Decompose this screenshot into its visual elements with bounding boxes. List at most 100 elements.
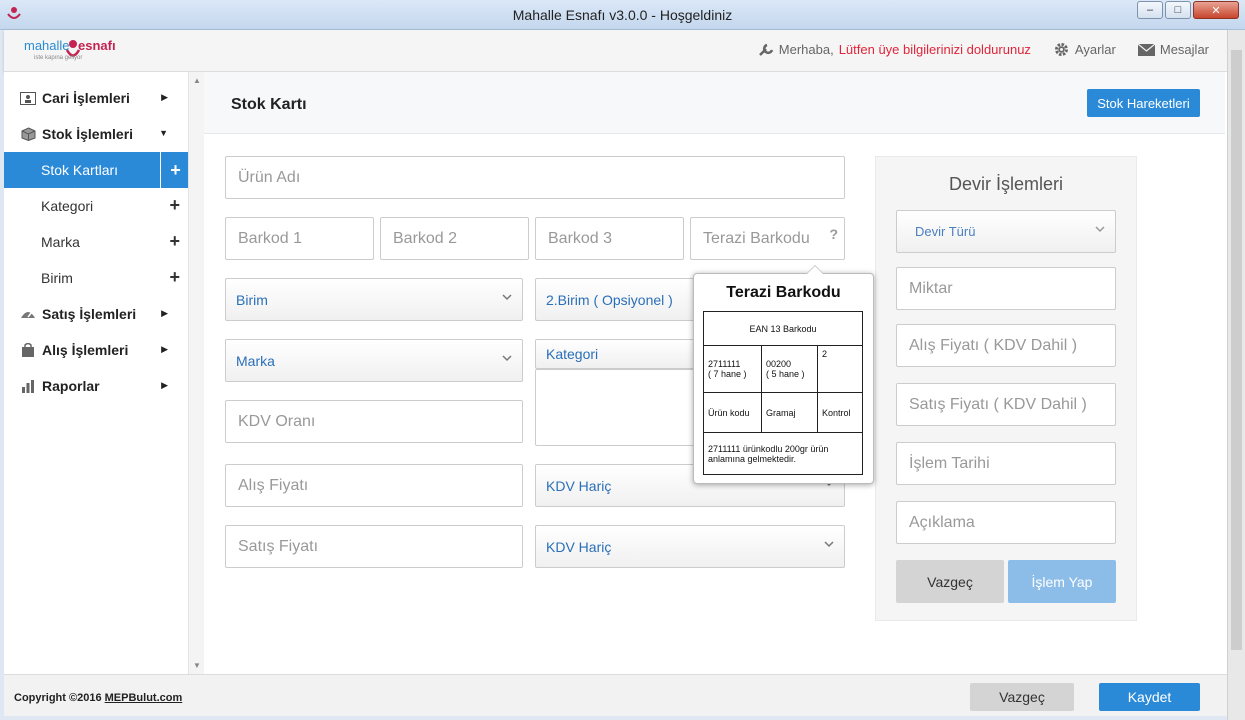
scroll-down-icon[interactable]: ▼ — [193, 661, 201, 670]
box-icon — [20, 127, 36, 141]
save-button[interactable]: Kaydet — [1099, 683, 1200, 711]
devir-buy-price-field[interactable]: Alış Fiyatı ( KDV Dahil ) — [896, 324, 1116, 367]
expand-arrow-icon: ▶ — [161, 308, 168, 318]
contact-card-icon — [20, 91, 36, 105]
sidebar-item-alis[interactable]: Alış İşlemleri ▶ — [4, 332, 190, 368]
window-scrollbar[interactable] — [1227, 30, 1245, 720]
profile-greeting[interactable]: Merhaba, Lütfen üye bilgilerinizi doldur… — [758, 42, 1031, 57]
control-label: Kontrol — [817, 392, 863, 433]
sidebar-subitem-marka[interactable]: Marka + — [4, 224, 190, 260]
sidebar-subitem-label: Birim — [41, 270, 73, 286]
expand-arrow-icon: ▶ — [161, 344, 168, 354]
sidebar-item-stok[interactable]: Stok İşlemleri ▼ — [4, 116, 190, 152]
footer-bar: Copyright ©2016 MEPBulut.com Vazgeç Kayd… — [4, 674, 1227, 716]
footer-cancel-button[interactable]: Vazgeç — [970, 683, 1074, 711]
scale-barcode-placeholder: Terazi Barkodu — [703, 229, 810, 247]
sale-price-field[interactable]: Satış Fiyatı — [225, 525, 523, 568]
copyright-link[interactable]: MEPBulut.com — [105, 692, 183, 704]
devir-quantity-field[interactable]: Miktar — [896, 267, 1116, 310]
devir-date-field[interactable]: İşlem Tarihi — [896, 442, 1116, 485]
logo-tagline: iste kapına geliyor — [34, 55, 83, 61]
main-content: Stok Kartı Stok Hareketleri Ürün Adı Bar… — [204, 72, 1227, 674]
product-name-field[interactable]: Ürün Adı — [225, 156, 845, 199]
close-window-button[interactable]: ✕ — [1193, 1, 1239, 19]
copyright-text: Copyright ©2016 MEPBulut.com — [14, 692, 182, 704]
product-code-cell: 2711111 ( 7 hane ) — [703, 345, 762, 393]
sidebar-item-label: Stok İşlemleri — [42, 126, 134, 142]
settings-link[interactable]: Ayarlar — [1053, 41, 1116, 58]
sidebar-subitem-label: Stok Kartları — [41, 162, 119, 178]
unit-select[interactable]: Birim — [225, 278, 523, 321]
product-code-label: Ürün kodu — [703, 392, 762, 433]
product-code-value: 2711111 — [708, 359, 741, 369]
devir-sell-price-field[interactable]: Satış Fiyatı ( KDV Dahil ) — [896, 383, 1116, 426]
add-stock-card-button[interactable]: + — [160, 152, 190, 188]
sidebar-item-satis[interactable]: Satış İşlemleri ▶ — [4, 296, 190, 332]
chevron-down-icon — [1095, 226, 1105, 233]
scroll-up-icon[interactable]: ▲ — [193, 76, 201, 85]
devir-title: Devir İşlemleri — [948, 174, 1063, 194]
brand-select[interactable]: Marka — [225, 339, 523, 382]
brand-logo[interactable]: mahalle esnafı iste kapına geliyor — [24, 36, 134, 66]
sidebar-subitem-birim[interactable]: Birim + — [4, 260, 190, 296]
product-code-digits: ( 7 hane ) — [708, 369, 747, 379]
page-title: Stok Kartı — [231, 96, 307, 113]
add-unit-button[interactable]: + — [169, 267, 180, 288]
devir-submit-button[interactable]: İşlem Yap — [1008, 560, 1116, 603]
greeting-prefix: Merhaba, — [778, 42, 834, 57]
sidebar-item-label: Raporlar — [42, 378, 100, 394]
sales-icon — [20, 307, 36, 321]
category-select-value: Kategori — [546, 346, 599, 362]
vat-rate-field[interactable]: KDV Oranı — [225, 400, 523, 443]
maximize-button[interactable]: □ — [1165, 1, 1191, 19]
weight-digits: ( 5 hane ) — [766, 369, 805, 379]
scale-barcode-field[interactable]: Terazi Barkodu ? — [690, 217, 845, 260]
sidebar-item-raporlar[interactable]: Raporlar ▶ — [4, 368, 190, 404]
messages-link[interactable]: Mesajlar — [1137, 42, 1209, 57]
sale-vat-select[interactable]: KDV Hariç — [535, 525, 845, 568]
tooltip-description: 2711111 ürünkodlu 200gr ürün anlamına ge… — [703, 432, 863, 475]
unit-select-value: Birim — [236, 291, 268, 308]
sidebar-subitem-stok-kartlari[interactable]: Stok Kartları + — [4, 152, 190, 188]
minimize-button[interactable]: ‒ — [1137, 1, 1163, 19]
copyright-prefix: Copyright ©2016 — [14, 692, 102, 704]
ean13-table: EAN 13 Barkodu 2711111 ( 7 hane ) 00200 … — [703, 311, 863, 475]
wrench-icon — [758, 43, 773, 56]
bag-icon — [20, 343, 36, 357]
tooltip-title: Terazi Barkodu — [726, 284, 841, 301]
sidebar-scrollbar[interactable]: ▲ ▼ — [188, 72, 204, 674]
sale-vat-value: KDV Hariç — [546, 538, 612, 555]
sidebar-item-label: Cari İşlemleri — [42, 90, 130, 106]
sidebar-item-label: Alış İşlemleri — [42, 342, 129, 358]
expand-arrow-icon: ▶ — [161, 92, 168, 102]
help-icon[interactable]: ? — [829, 226, 838, 242]
devir-cancel-button[interactable]: Vazgeç — [896, 560, 1004, 603]
add-category-button[interactable]: + — [169, 195, 180, 216]
weight-label: Gramaj — [761, 392, 818, 433]
weight-value: 00200 — [766, 359, 792, 369]
scale-barcode-tooltip: Terazi Barkodu EAN 13 Barkodu 2711111 ( … — [693, 265, 874, 484]
expand-arrow-icon: ▶ — [161, 380, 168, 390]
sidebar-item-label: Satış İşlemleri — [42, 306, 137, 322]
chevron-down-icon — [502, 355, 512, 362]
devir-type-select[interactable]: Devir Türü — [896, 210, 1116, 253]
devir-note-field[interactable]: Açıklama — [896, 501, 1116, 544]
barcode1-field[interactable]: Barkod 1 — [225, 217, 374, 260]
logo-text-esnafi: esnafı — [78, 38, 116, 53]
barcode3-field[interactable]: Barkod 3 — [535, 217, 684, 260]
chevron-down-icon — [502, 294, 512, 301]
page-header: Stok Kartı Stok Hareketleri — [204, 72, 1225, 134]
devir-panel: Devir İşlemleri Devir Türü Miktar Alış F… — [875, 156, 1137, 621]
sidebar-item-cari[interactable]: Cari İşlemleri ▶ — [4, 80, 190, 116]
add-brand-button[interactable]: + — [169, 231, 180, 252]
unit2-select-value: 2.Birim ( Opsiyonel ) — [546, 291, 673, 308]
scrollbar-thumb[interactable] — [1231, 50, 1242, 650]
barcode2-field[interactable]: Barkod 2 — [380, 217, 529, 260]
purchase-price-field[interactable]: Alış Fiyatı — [225, 464, 523, 507]
sidebar-subitem-kategori[interactable]: Kategori + — [4, 188, 190, 224]
logo-text-mahalle: mahalle — [24, 38, 70, 53]
stock-movements-button[interactable]: Stok Hareketleri — [1087, 89, 1200, 117]
window-titlebar: Mahalle Esnafı v3.0.0 - Hoşgeldiniz ‒ □ … — [0, 0, 1245, 30]
collapse-arrow-icon: ▼ — [159, 128, 168, 138]
greeting-warning[interactable]: Lütfen üye bilgilerinizi doldurunuz — [839, 42, 1031, 57]
